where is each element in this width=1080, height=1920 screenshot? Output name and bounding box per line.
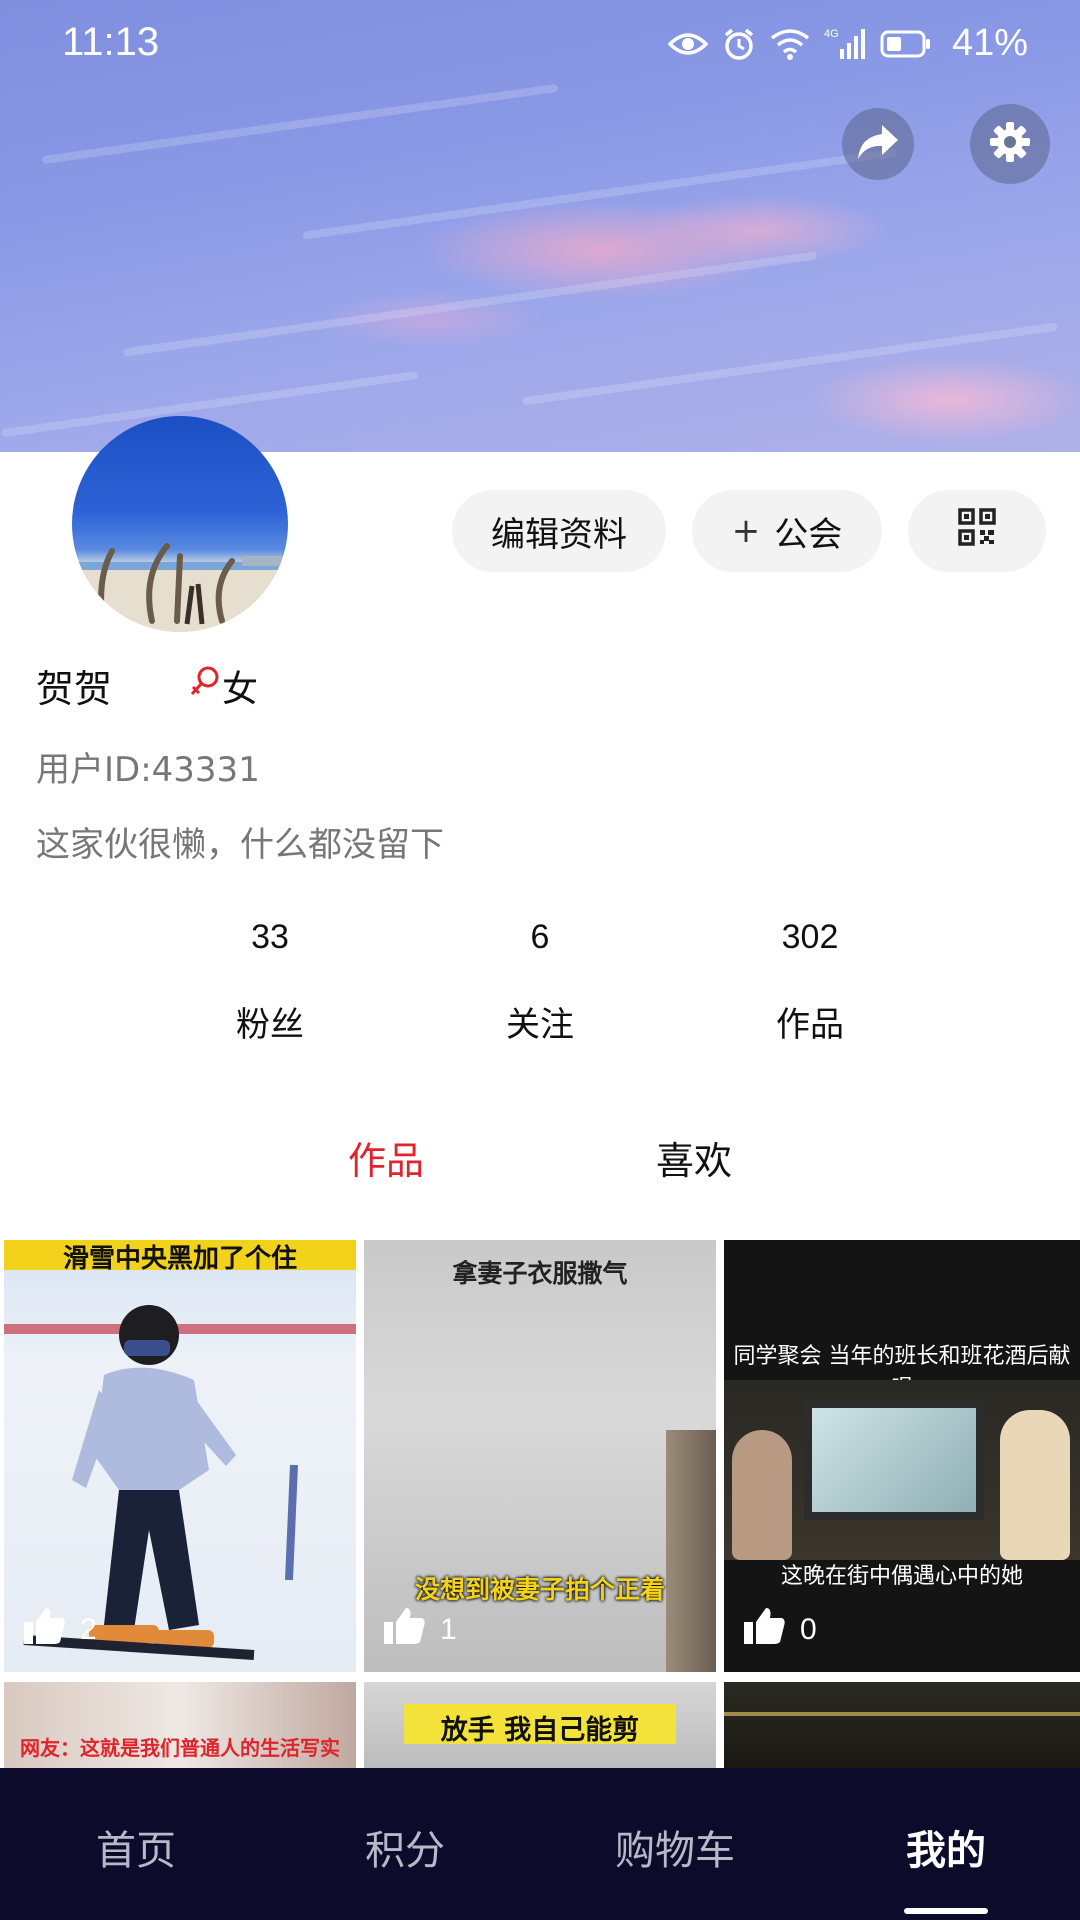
video-caption: 没想到被妻子拍个正着: [414, 1575, 665, 1604]
thumbs-up-icon: [382, 1606, 426, 1654]
qr-code-button[interactable]: [908, 490, 1046, 572]
alarm-icon: [722, 27, 756, 61]
settings-button[interactable]: [970, 104, 1050, 184]
thumbs-up-icon: [742, 1606, 786, 1654]
thumbs-up-icon: [22, 1606, 66, 1654]
avatar[interactable]: [72, 416, 288, 632]
avatar-image: [72, 543, 288, 632]
video-tile[interactable]: 拿妻子衣服撒气 没想到被妻子拍个正着 1: [364, 1240, 716, 1672]
tab-likes[interactable]: 喜欢: [656, 1130, 732, 1185]
nav-mine[interactable]: 我的: [846, 1818, 1046, 1876]
eye-icon: [667, 29, 708, 59]
following-stat[interactable]: 6 关注: [450, 918, 630, 1046]
video-caption: 放手 我自己能剪: [440, 1715, 640, 1746]
signal-icon: 4G: [824, 27, 866, 61]
video-tile[interactable]: 网友：这就是我们普通人的生活写实: [4, 1682, 356, 1768]
nav-points[interactable]: 积分: [305, 1818, 505, 1876]
video-tile[interactable]: 同学聚会 当年的班长和班花酒后献唱 这晚在街中偶遇心中的她 0: [724, 1240, 1080, 1672]
edit-profile-button[interactable]: 编辑资料: [452, 490, 666, 572]
username: 贺贺: [36, 667, 113, 711]
video-tile[interactable]: 放手 我自己能剪: [364, 1682, 716, 1768]
edit-profile-label: 编辑资料: [491, 514, 627, 555]
name-row: 贺贺 女: [36, 658, 258, 713]
like-count: 1: [382, 1606, 457, 1654]
user-id: 用户ID:43331: [36, 750, 260, 790]
video-caption: 这晚在街中偶遇心中的她: [780, 1564, 1023, 1589]
fans-count: 33: [251, 918, 289, 956]
bottom-nav: 首页 积分 购物车 我的: [0, 1768, 1080, 1920]
video-caption: 网友：这就是我们普通人的生活写实: [20, 1736, 340, 1760]
video-tile[interactable]: [724, 1682, 1080, 1768]
video-tile[interactable]: 滑雪中央黑加了个住 2: [4, 1240, 356, 1672]
guild-button[interactable]: + 公会: [692, 490, 882, 572]
battery-icon: [880, 29, 932, 59]
user-bio: 这家伙很懒，什么都没留下: [36, 825, 444, 865]
works-label: 作品: [776, 1005, 844, 1045]
status-icons: 4G 41%: [667, 22, 1028, 65]
wifi-icon: [770, 28, 810, 60]
share-arrow-icon: [856, 123, 900, 165]
share-button[interactable]: [842, 108, 914, 180]
female-icon: [188, 664, 222, 707]
plus-icon: +: [731, 511, 761, 551]
nav-home[interactable]: 首页: [36, 1818, 236, 1876]
like-count: 0: [742, 1606, 817, 1654]
tab-works[interactable]: 作品: [348, 1130, 424, 1185]
status-bar: 11:13 4G 41%: [0, 0, 1080, 86]
works-stat[interactable]: 302 作品: [720, 918, 900, 1046]
works-count: 302: [781, 918, 839, 956]
nav-cart[interactable]: 购物车: [575, 1818, 775, 1876]
following-label: 关注: [506, 1005, 574, 1045]
gender-badge: 女: [188, 660, 258, 712]
gear-icon: [988, 120, 1032, 168]
guild-label: 公会: [774, 514, 843, 555]
battery-percent: 41%: [951, 22, 1028, 64]
gender-label: 女: [222, 668, 259, 710]
fans-label: 粉丝: [236, 1005, 304, 1045]
video-caption: 拿妻子衣服撒气: [452, 1259, 628, 1288]
following-count: 6: [530, 918, 550, 956]
qr-code-icon: [958, 507, 996, 555]
status-time: 11:13: [62, 20, 160, 64]
fans-stat[interactable]: 33 粉丝: [180, 918, 360, 1046]
network-type: 4G: [824, 28, 839, 40]
nav-active-indicator: [904, 1908, 988, 1914]
like-count: 2: [22, 1606, 97, 1654]
